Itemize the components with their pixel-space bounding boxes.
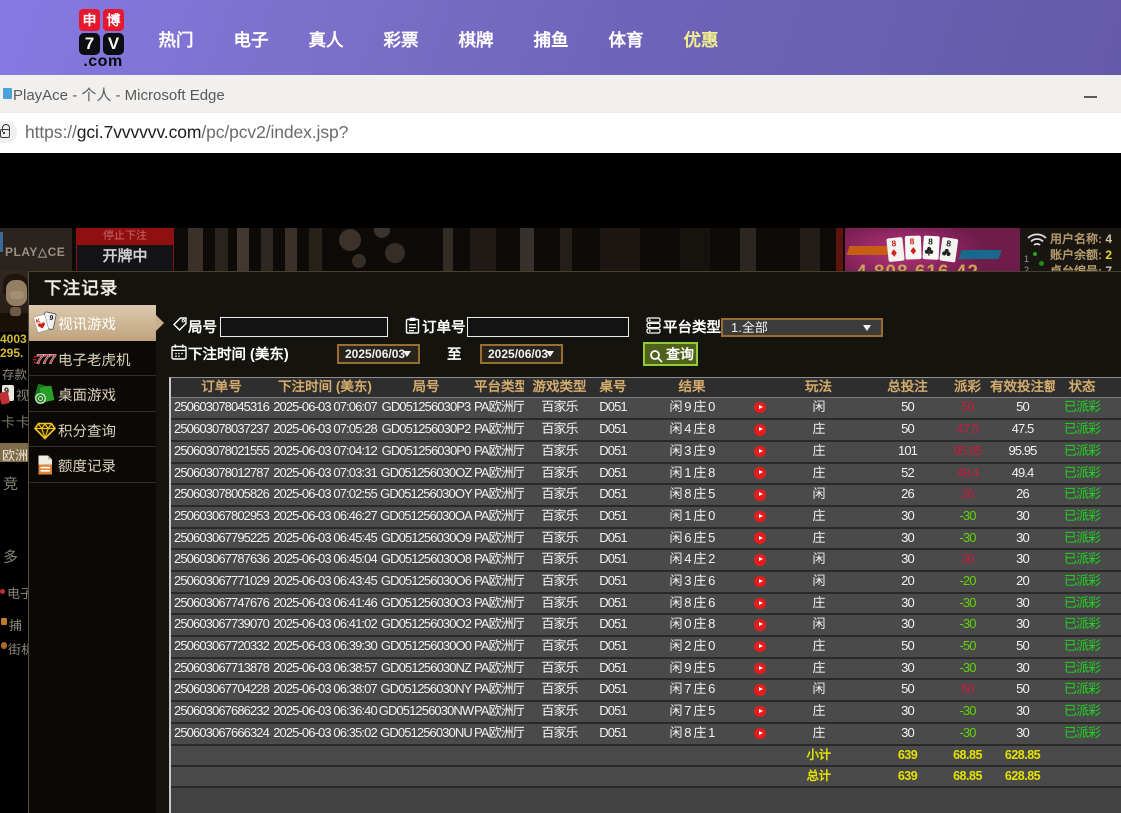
svg-text:8: 8 — [910, 236, 915, 246]
svg-text:777: 777 — [36, 351, 56, 366]
svg-text:8: 8 — [928, 236, 934, 246]
